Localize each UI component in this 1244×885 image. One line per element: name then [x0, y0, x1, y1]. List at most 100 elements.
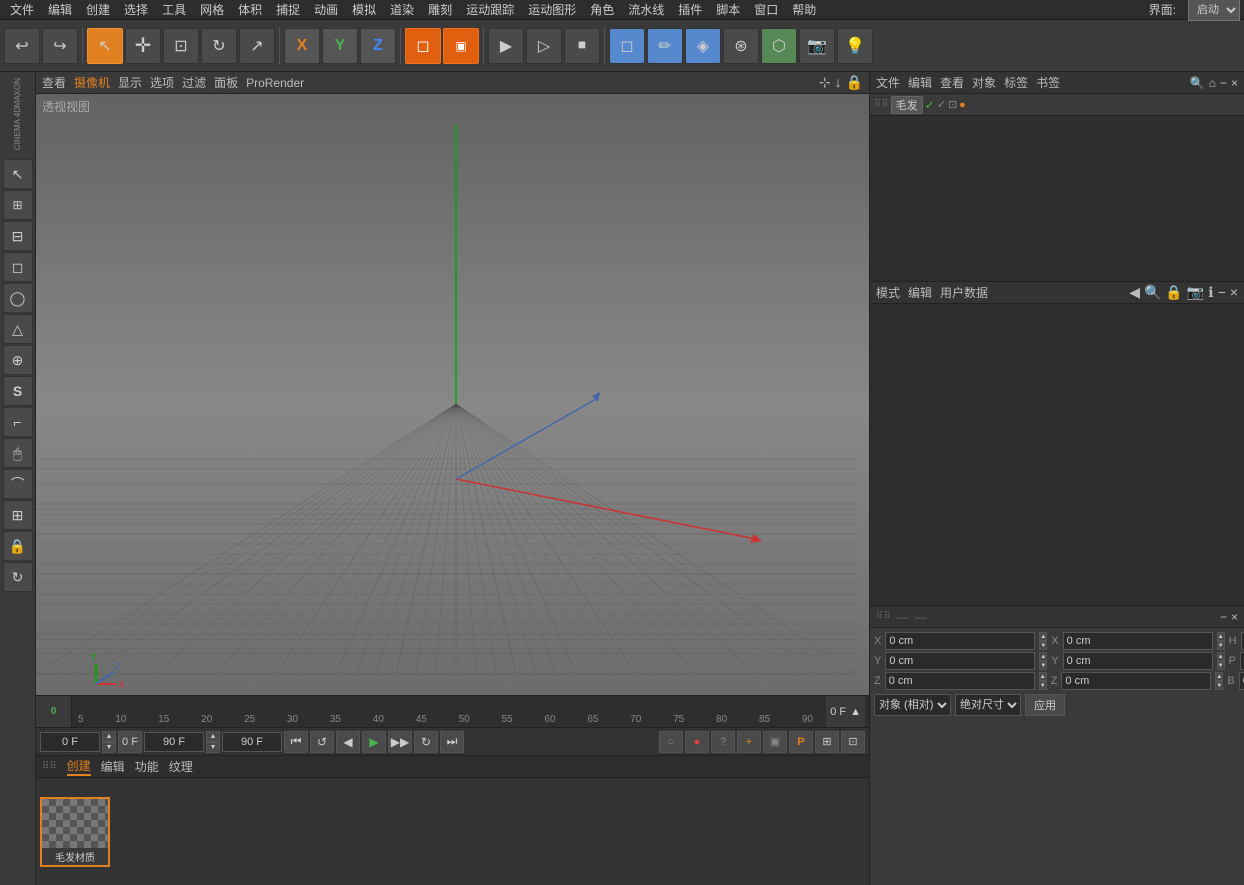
attr-z-input[interactable] [885, 672, 1035, 690]
render-view-button[interactable]: ▶ [488, 28, 524, 64]
z-axis-button[interactable]: Z [360, 28, 396, 64]
preview-end-input[interactable] [222, 732, 282, 752]
play-button[interactable]: ▶ [362, 731, 386, 753]
menu-character[interactable]: 角色 [584, 1, 620, 18]
right-search-icon[interactable]: 🔍 [1190, 76, 1205, 90]
auto-key-button[interactable]: ? [711, 731, 735, 753]
filter-hair[interactable]: 毛发 [891, 96, 923, 114]
timeline-track[interactable]: 5 10 15 20 25 30 35 40 45 50 55 60 65 70 [72, 696, 869, 727]
attr-z-spinner[interactable]: ▲ ▼ [1039, 672, 1047, 690]
attr-y-input[interactable] [885, 652, 1035, 670]
viewport-menu-options[interactable]: 选项 [150, 74, 174, 91]
right-menu-tag[interactable]: 标签 [1004, 74, 1028, 91]
step-forward-button[interactable]: ↻ [414, 731, 438, 753]
right-userdata-label[interactable]: 用户数据 [940, 284, 988, 301]
light-button[interactable]: 💡 [837, 28, 873, 64]
attr-h-input[interactable] [1241, 632, 1244, 650]
sidebar-lock-tool[interactable]: 🔒 [3, 531, 33, 561]
right-middle-info[interactable]: ℹ [1208, 284, 1213, 301]
apply-button[interactable]: 应用 [1025, 694, 1065, 716]
undo-button[interactable]: ↩ [4, 28, 40, 64]
attr-minimize[interactable]: − [1220, 610, 1227, 624]
sidebar-spline-tool[interactable]: ⌒ [3, 469, 33, 499]
timeline[interactable]: 0 5 10 15 20 25 30 35 40 45 50 [36, 695, 869, 727]
sidebar-cursor-tool[interactable]: ↖ [3, 159, 33, 189]
attr-p-input[interactable] [1240, 652, 1244, 670]
interface-dropdown[interactable]: 启动 [1188, 0, 1240, 21]
right-middle-search[interactable]: 🔍 [1144, 284, 1161, 301]
right-menu-bookmark[interactable]: 书签 [1036, 74, 1060, 91]
keyframe-p-button[interactable]: P [789, 731, 813, 753]
select-tool-button[interactable]: ↖ [87, 28, 123, 64]
attr-y2-spinner[interactable]: ▲ ▼ [1217, 652, 1225, 670]
attr-x2-spinner[interactable]: ▲ ▼ [1217, 632, 1225, 650]
right-middle-lock[interactable]: 🔒 [1165, 284, 1182, 301]
sidebar-rotate-tool[interactable]: ↻ [3, 562, 33, 592]
goto-start-button[interactable]: ⏮ [284, 731, 308, 753]
menu-select[interactable]: 选择 [118, 1, 154, 18]
menu-motion-track[interactable]: 运动跟踪 [460, 1, 520, 18]
right-menu-view[interactable]: 查看 [940, 74, 964, 91]
model-mode-button[interactable]: ◻ [405, 28, 441, 64]
menu-mesh[interactable]: 网格 [194, 1, 230, 18]
right-menu-file[interactable]: 文件 [876, 74, 900, 91]
x-axis-button[interactable]: X [284, 28, 320, 64]
bottom-tab-create[interactable]: 创建 [67, 757, 91, 776]
right-minimize-icon[interactable]: − [1220, 76, 1227, 90]
viewport-menu-camera[interactable]: 摄像机 [74, 74, 110, 91]
menu-mograph[interactable]: 运动图形 [522, 1, 582, 18]
attr-y2-input[interactable] [1063, 652, 1213, 670]
viewport[interactable]: 查看 摄像机 显示 选项 过滤 面板 ProRender ⊹ ↓ 🔒 [36, 72, 869, 695]
menu-file[interactable]: 文件 [4, 1, 40, 18]
attr-y-spinner[interactable]: ▲ ▼ [1039, 652, 1047, 670]
keyframe-grid-button[interactable]: ⊞ [815, 731, 839, 753]
frame-end-input[interactable] [144, 732, 204, 752]
sidebar-pointer-tool[interactable]: 🖱 [3, 438, 33, 468]
render-picture-button[interactable]: ▷ [526, 28, 562, 64]
sidebar-triangle-tool[interactable]: △ [3, 314, 33, 344]
attr-b-input[interactable] [1239, 672, 1244, 690]
scale-tool-button[interactable]: ⊡ [163, 28, 199, 64]
viewport-menu-prorender[interactable]: ProRender [246, 76, 304, 90]
right-middle-photo[interactable]: 📷 [1187, 284, 1204, 301]
bottom-tab-edit[interactable]: 编辑 [101, 758, 125, 775]
sidebar-target-tool[interactable]: ⊕ [3, 345, 33, 375]
timeline-toggle-button[interactable]: ⊡ [841, 731, 865, 753]
right-mode-label[interactable]: 模式 [876, 284, 900, 301]
keyframe-mark-button[interactable]: ▣ [763, 731, 787, 753]
render-stop-button[interactable]: ⏹ [564, 28, 600, 64]
sidebar-grid-tool[interactable]: ⊟ [3, 221, 33, 251]
viewport-icon-lock[interactable]: 🔒 [846, 74, 863, 91]
attr-z2-spinner[interactable]: ▲ ▼ [1215, 672, 1223, 690]
menu-animate[interactable]: 动画 [308, 1, 344, 18]
sidebar-grid2-tool[interactable]: ⊞ [3, 500, 33, 530]
material-thumbnail[interactable]: 毛发材质 [40, 797, 110, 867]
step-back-button[interactable]: ↺ [310, 731, 334, 753]
right-middle-minus[interactable]: − [1218, 284, 1226, 301]
current-frame-input[interactable] [40, 732, 100, 752]
nurbs-button[interactable]: ◈ [685, 28, 721, 64]
menu-script[interactable]: 脚本 [710, 1, 746, 18]
end-frame-spinner[interactable]: ▲ ▼ [206, 731, 220, 753]
attr-close[interactable]: × [1231, 610, 1238, 624]
viewport-icon-down[interactable]: ↓ [835, 74, 842, 91]
attr-x-spinner[interactable]: ▲ ▼ [1039, 632, 1047, 650]
cube-button[interactable]: ◻ [609, 28, 645, 64]
menu-render[interactable]: 道染 [384, 1, 420, 18]
live-select-button[interactable]: ▣ [443, 28, 479, 64]
viewport-menu-view[interactable]: 查看 [42, 74, 66, 91]
scene-button[interactable]: ⬡ [761, 28, 797, 64]
attr-z2-input[interactable] [1061, 672, 1211, 690]
sidebar-s-tool[interactable]: S [3, 376, 33, 406]
sidebar-cube-tool[interactable]: ◻ [3, 252, 33, 282]
menu-tools[interactable]: 工具 [156, 1, 192, 18]
menu-sculpt[interactable]: 雕刻 [422, 1, 458, 18]
right-menu-edit[interactable]: 编辑 [908, 74, 932, 91]
goto-end-button[interactable]: ⏭ [440, 731, 464, 753]
select2-tool-button[interactable]: ↗ [239, 28, 275, 64]
viewport-menu-panel[interactable]: 面板 [214, 74, 238, 91]
right-edit-label[interactable]: 编辑 [908, 284, 932, 301]
attr-x2-input[interactable] [1063, 632, 1213, 650]
y-axis-button[interactable]: Y [322, 28, 358, 64]
sidebar-checkerboard[interactable]: ⊞ [3, 190, 33, 220]
